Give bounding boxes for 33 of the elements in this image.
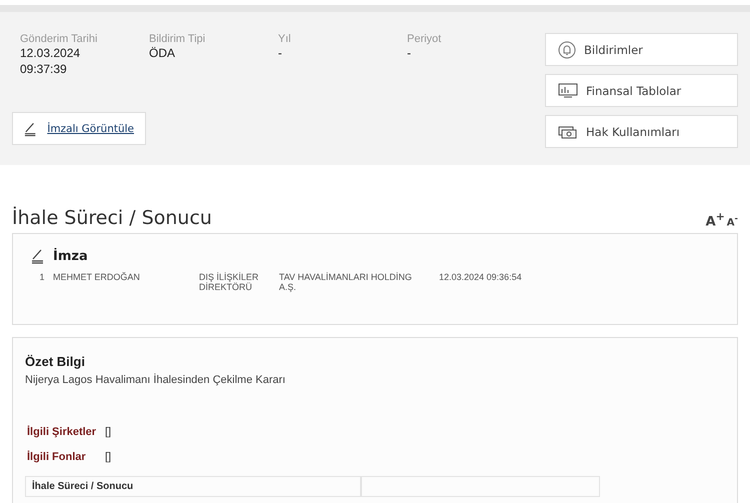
related-label: İlgili Fonlar — [27, 451, 87, 463]
field-label: Bildirim Tipi — [149, 33, 206, 45]
table-header-cell: İhale Süreci / Sonucu — [25, 476, 361, 497]
page-title: İhale Süreci / Sonucu — [12, 207, 212, 229]
monitor-chart-icon — [558, 82, 578, 98]
signature-time: 12.03.2024 09:36:54 — [439, 272, 522, 284]
nav-button[interactable]: Bildirimler — [545, 33, 738, 66]
signer-role: DIŞ İLİŞKİLER DİREKTÖRÜ — [199, 272, 260, 292]
money-icon — [558, 124, 578, 140]
pen-icon — [31, 248, 45, 264]
signer-name: MEHMET ERDOĞAN — [53, 272, 141, 284]
summary-text: Nijerya Lagos Havalimanı İhalesinden Çekilme Kararı — [25, 374, 286, 386]
field-label: Periyot — [407, 33, 442, 45]
field-value: ÖDA — [149, 45, 176, 61]
font-decrease-button[interactable]: A$^{-}$ — [726, 212, 738, 228]
company-name: TAV HAVALİMANLARI HOLDİNG A.Ş. — [279, 272, 413, 292]
nav-button[interactable]: Hak Kullanımları — [545, 115, 738, 148]
bell-icon — [558, 40, 576, 58]
signed-view-link[interactable]: İmzalı Görüntüle — [12, 112, 146, 145]
field-value: - — [407, 45, 412, 61]
font-increase-button[interactable]: A$^{+}$ — [706, 210, 725, 229]
row-number: 1 — [38, 272, 46, 284]
pen-icon — [24, 120, 38, 136]
nav-button[interactable]: Finansal Tablolar — [545, 74, 738, 107]
field-label: Yıl — [278, 33, 292, 45]
section-heading: Özet Bilgi — [25, 354, 86, 369]
related-label: İlgili Şirketler — [27, 426, 97, 438]
related-value: [] — [105, 426, 112, 438]
field-value: 12.03.2024 09:37:39 — [20, 45, 82, 77]
related-value: [] — [105, 451, 112, 463]
section-heading: İmza — [53, 248, 88, 264]
field-value: - — [278, 45, 283, 61]
field-label: Gönderim Tarihi — [20, 33, 98, 45]
